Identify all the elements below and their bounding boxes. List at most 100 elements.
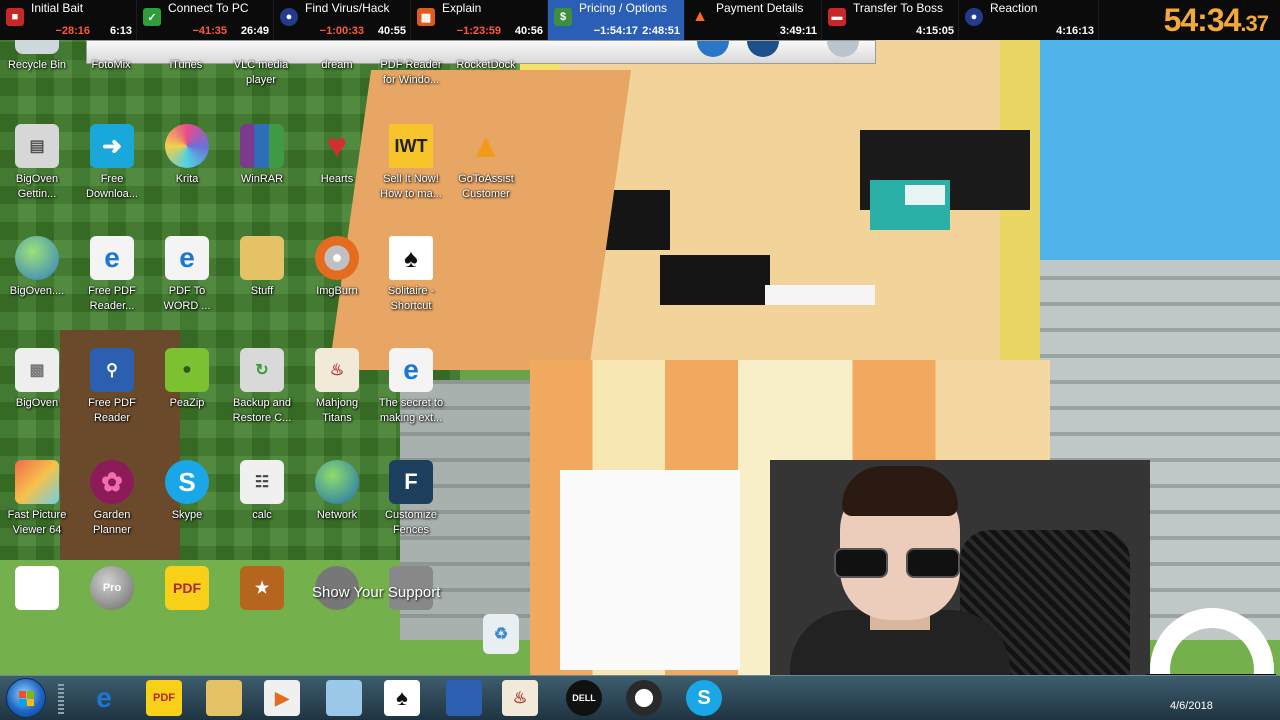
- book-search-icon: ⚲: [90, 348, 134, 392]
- desktop-icon-dream[interactable]: dream: [300, 40, 374, 73]
- desktop-icon-krita[interactable]: Krita: [150, 124, 224, 187]
- split-delta: −1:23:59: [456, 25, 501, 37]
- download-arrow-icon: ➜: [90, 124, 134, 168]
- desktop-icon-pdf-reader-windows[interactable]: PDF Reader for Windo...: [374, 40, 448, 88]
- green-shield-icon: ✓: [143, 8, 161, 26]
- itunes-icon: [164, 40, 208, 54]
- skype-icon[interactable]: S: [686, 680, 722, 716]
- icon-label: Stuff: [250, 285, 274, 297]
- desktop-icon-garden-planner[interactable]: ✿ Garden Planner: [75, 460, 149, 538]
- folder-icon[interactable]: [206, 680, 242, 716]
- split-time: 2:48:51: [642, 25, 680, 37]
- wallpaper-character-shirt: [560, 470, 740, 670]
- split-time: 6:13: [109, 25, 132, 37]
- calculator-icon: ☷: [240, 460, 284, 504]
- timer-fraction: .37: [1240, 11, 1269, 36]
- icon-label: Garden Planner: [93, 509, 131, 536]
- ie-icon[interactable]: e: [86, 680, 122, 716]
- split-name: Transfer To Boss: [853, 1, 944, 15]
- icon-label: ImgBurn: [316, 285, 358, 297]
- desktop-icon-document[interactable]: [0, 566, 74, 614]
- network-globe-icon[interactable]: [626, 680, 662, 716]
- media-player-icon[interactable]: ▶: [264, 680, 300, 716]
- desktop-icon-free-download[interactable]: ➜ Free Downloa...: [75, 124, 149, 202]
- desktop-icon-skype[interactable]: S Skype: [150, 460, 224, 523]
- desktop-icon-rocketdock[interactable]: RocketDock: [449, 40, 523, 73]
- mahjong-icon[interactable]: ♨: [502, 680, 538, 716]
- split-delta: −41:35: [192, 25, 227, 37]
- desktop-icon-mahjong-titans[interactable]: ♨ Mahjong Titans: [300, 348, 374, 426]
- split-pricing-options: $ Pricing / Options −1:54:17 2:48:51: [548, 0, 685, 40]
- desktop-icon-calc[interactable]: ☷ calc: [225, 460, 299, 523]
- speedrun-timer: 54:34.37: [1164, 2, 1269, 39]
- desktop-icon-pdf-to-word[interactable]: e PDF To WORD ...: [150, 236, 224, 314]
- transfer-card-icon: ▬: [828, 8, 846, 26]
- desktop-icon-customize-fences[interactable]: F Customize Fences: [374, 460, 448, 538]
- icon-label: BigOven....: [9, 285, 65, 297]
- desktop-icon-free-pdf-reader[interactable]: ⚲ Free PDF Reader: [75, 348, 149, 426]
- book-icon[interactable]: [326, 680, 362, 716]
- icon-label: FotoMix: [91, 59, 131, 71]
- vlc-icon: [239, 40, 283, 54]
- icon-label: BigOven Gettin...: [15, 173, 59, 200]
- pdf-icon[interactable]: PDF: [146, 680, 182, 716]
- desktop-icon-solitaire[interactable]: ♠ Solitaire - Shortcut: [374, 236, 448, 314]
- split-name: Pricing / Options: [579, 1, 668, 15]
- split-time: 4:15:05: [916, 25, 954, 37]
- desktop-icon-secret-to-making[interactable]: e The secret to making ext...: [374, 348, 448, 426]
- pdf-reader-icon: [389, 40, 433, 54]
- desktop-icon-sumatrapdf[interactable]: PDF: [150, 566, 224, 614]
- desktop-icon-sell-it-now[interactable]: IWT Sell It Now! How to ma...: [374, 124, 448, 202]
- desktop-icon-imgburn[interactable]: ImgBurn: [300, 236, 374, 299]
- icon-label: RocketDock: [456, 59, 516, 71]
- desktop-icon-network[interactable]: Network: [300, 460, 374, 523]
- disc-burn-icon: [315, 236, 359, 280]
- desktop-icon-recycle-bin[interactable]: Recycle Bin: [0, 40, 74, 73]
- icon-label: Backup and Restore C...: [232, 397, 292, 424]
- desktop-icon-bigoven[interactable]: ▩ BigOven: [0, 348, 74, 411]
- desktop-icon-winrar[interactable]: WinRAR: [225, 124, 299, 187]
- solitaire-icon[interactable]: ♠: [384, 680, 420, 716]
- windows-logo-icon: [19, 691, 35, 707]
- desktop-icon-itunes[interactable]: iTunes: [149, 40, 223, 73]
- sunglasses-lens-left: [834, 548, 888, 578]
- logo-blue: [19, 699, 26, 706]
- desktop-icon-bigoven-web[interactable]: BigOven....: [0, 236, 74, 299]
- iwt-icon: IWT: [389, 124, 433, 168]
- desktop-icon-fast-picture-viewer[interactable]: Fast Picture Viewer 64: [0, 460, 74, 538]
- icon-label: Krita: [175, 173, 199, 185]
- desktop-icon-peazip[interactable]: ● PeaZip: [150, 348, 224, 411]
- start-button[interactable]: [6, 678, 46, 718]
- icon-label: VLC media player: [233, 59, 289, 86]
- dock-item-icon[interactable]: [827, 41, 859, 57]
- logo-red: [19, 691, 26, 698]
- reader-icon[interactable]: [446, 680, 482, 716]
- sumatra-pdf-icon: PDF: [165, 566, 209, 610]
- desktop-icon-fotomix[interactable]: FotoMix: [74, 40, 148, 73]
- dock-item-icon[interactable]: [747, 41, 779, 57]
- desktop-icon-backup-restore[interactable]: ↻ Backup and Restore C...: [225, 348, 299, 426]
- desktop-icon-recycle[interactable]: ♻: [464, 614, 538, 658]
- dell-icon[interactable]: DELL: [566, 680, 602, 716]
- icon-label: Recycle Bin: [7, 59, 67, 71]
- support-overlay-text: Show Your Support: [312, 584, 441, 601]
- icon-label: Free PDF Reader...: [88, 285, 136, 312]
- split-time: 4:16:13: [1056, 25, 1094, 37]
- dock-item-icon[interactable]: [697, 41, 729, 57]
- presentation-icon: ▦: [417, 8, 435, 26]
- desktop-icon-google-earth[interactable]: Pro: [75, 566, 149, 614]
- wallpaper-character-eye-highlight: [905, 185, 945, 205]
- desktop-icon-bigoven-getting[interactable]: ▤ BigOven Gettin...: [0, 124, 74, 202]
- wallpaper-character-hair-side: [1000, 40, 1040, 380]
- desktop-icon-stuff[interactable]: Stuff: [225, 236, 299, 299]
- desktop-icon-gotoassist[interactable]: ▲ GoToAssist Customer: [449, 124, 523, 202]
- split-delta: −1:54:17: [593, 25, 638, 37]
- icon-label: Hearts: [320, 173, 354, 185]
- icon-label: PDF Reader for Windo...: [380, 59, 442, 86]
- picture-viewer-icon: [15, 460, 59, 504]
- desktop-icon-hearts[interactable]: ♥ Hearts: [300, 124, 374, 187]
- desktop-icon-vlc[interactable]: VLC media player: [224, 40, 298, 88]
- dream-icon: [315, 40, 359, 54]
- desktop-icon-free-pdf-reader-ie[interactable]: e Free PDF Reader...: [75, 236, 149, 314]
- desktop-icon-game[interactable]: ★: [225, 566, 299, 614]
